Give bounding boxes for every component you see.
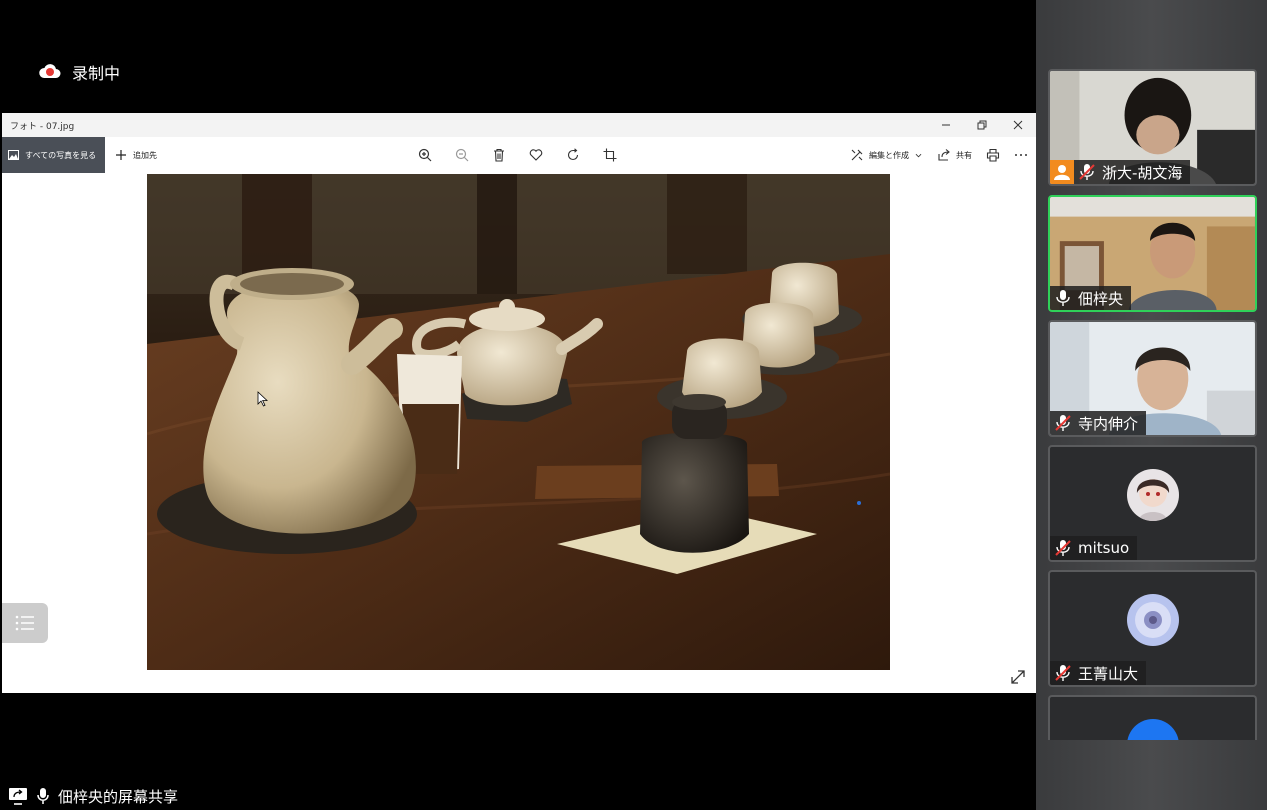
share-label: 共有 xyxy=(956,150,972,160)
favorite-button[interactable] xyxy=(527,146,545,164)
pointer-dot xyxy=(857,501,861,505)
teapot-photo xyxy=(147,174,890,670)
edit-create-button[interactable]: 編集と作成 xyxy=(850,148,923,162)
close-button[interactable] xyxy=(1000,113,1036,137)
restore-button[interactable] xyxy=(964,113,1000,137)
zoom-out-icon xyxy=(455,148,469,162)
more-options-button[interactable] xyxy=(1014,148,1028,162)
rotate-button[interactable] xyxy=(564,146,582,164)
participant-tile[interactable]: 寺内伸介 xyxy=(1048,320,1257,437)
avatar-image xyxy=(1126,594,1179,646)
edit-icon xyxy=(851,149,863,161)
heart-icon xyxy=(529,149,543,161)
participant-name: mitsuo xyxy=(1078,539,1130,557)
print-icon xyxy=(986,148,1000,162)
avatar xyxy=(1126,594,1179,646)
add-to-label: 追加先 xyxy=(133,150,157,160)
recording-label: 录制中 xyxy=(72,64,121,83)
participant-name: 浙大-胡文海 xyxy=(1102,163,1183,182)
photos-app-window: フォト - 07.jpg すべての写真を見る 追加先 編集と作成 共有 xyxy=(2,113,1036,693)
edit-create-label: 編集と作成 xyxy=(869,150,909,160)
participant-sidebar: 浙大-胡文海 佃梓央 寺内伸介 mitsuo 王菁山大 xyxy=(1036,0,1267,810)
share-button[interactable]: 共有 xyxy=(937,148,972,162)
print-button[interactable] xyxy=(986,148,1000,162)
mouse-cursor-icon xyxy=(257,391,268,407)
restore-icon xyxy=(977,120,987,130)
crop-icon xyxy=(603,148,617,162)
window-titlebar: フォト - 07.jpg xyxy=(2,113,1036,137)
expand-icon[interactable] xyxy=(1010,669,1026,685)
photo-canvas xyxy=(2,173,1036,693)
avatar xyxy=(1126,719,1179,740)
trash-icon xyxy=(494,148,504,162)
participant-tile[interactable]: 王菁山大 xyxy=(1048,570,1257,687)
participant-name: 寺内伸介 xyxy=(1078,414,1139,433)
plus-icon xyxy=(116,150,126,160)
participant-tile[interactable]: mitsuo xyxy=(1048,445,1257,562)
screen-share-icon xyxy=(9,788,27,805)
participant-nameplate: mitsuo xyxy=(1050,536,1138,560)
list-icon xyxy=(15,615,34,631)
user-icon xyxy=(1054,165,1070,180)
add-to-button[interactable]: 追加先 xyxy=(115,149,157,161)
participant-nameplate: 寺内伸介 xyxy=(1050,411,1147,435)
delete-button[interactable] xyxy=(490,146,508,164)
zoom-in-button[interactable] xyxy=(416,146,434,164)
see-all-photos-label: すべての写真を見る xyxy=(25,150,97,160)
microphone-icon xyxy=(37,788,49,804)
mic-muted-icon xyxy=(1079,164,1095,180)
screen-share-label: 佃梓央的屏幕共享 xyxy=(8,785,178,807)
participant-nameplate: 佃梓央 xyxy=(1050,286,1132,310)
list-panel-button[interactable] xyxy=(2,603,48,643)
chevron-down-icon xyxy=(915,153,922,157)
minimize-button[interactable] xyxy=(928,113,964,137)
host-badge xyxy=(1050,160,1074,184)
participant-name: 佃梓央 xyxy=(1078,289,1124,308)
rotate-icon xyxy=(567,148,579,161)
picture-icon xyxy=(8,150,19,160)
avatar xyxy=(1126,469,1179,521)
microphone-icon xyxy=(1056,290,1070,306)
mic-muted-icon xyxy=(1055,540,1071,556)
avatar-image xyxy=(1126,469,1179,521)
participant-name: 王菁山大 xyxy=(1078,664,1139,683)
see-all-photos-button[interactable]: すべての写真を見る xyxy=(2,137,105,173)
zoom-out-button[interactable] xyxy=(453,146,471,164)
more-icon xyxy=(1015,154,1027,156)
crop-button[interactable] xyxy=(601,146,619,164)
close-icon xyxy=(1013,120,1023,130)
mic-muted-icon xyxy=(1055,415,1071,431)
participant-nameplate: 王菁山大 xyxy=(1050,661,1147,685)
participant-tile-active-speaker[interactable]: 佃梓央 xyxy=(1048,195,1257,312)
participant-tile[interactable]: 浙大-胡文海 xyxy=(1048,69,1257,186)
mic-muted-icon xyxy=(1055,665,1071,681)
participant-tile[interactable] xyxy=(1048,695,1257,740)
zoom-in-icon xyxy=(418,148,432,162)
share-icon xyxy=(938,149,950,161)
participant-nameplate: 浙大-胡文海 xyxy=(1074,160,1191,184)
screen-share-text: 佃梓央的屏幕共享 xyxy=(58,787,179,806)
window-title: フォト - 07.jpg xyxy=(10,121,75,132)
minimize-icon xyxy=(942,124,950,126)
recording-indicator[interactable]: 录制中 xyxy=(38,60,120,84)
cloud-record-icon xyxy=(39,64,61,78)
photos-toolbar: すべての写真を見る 追加先 編集と作成 共有 xyxy=(2,137,1036,173)
